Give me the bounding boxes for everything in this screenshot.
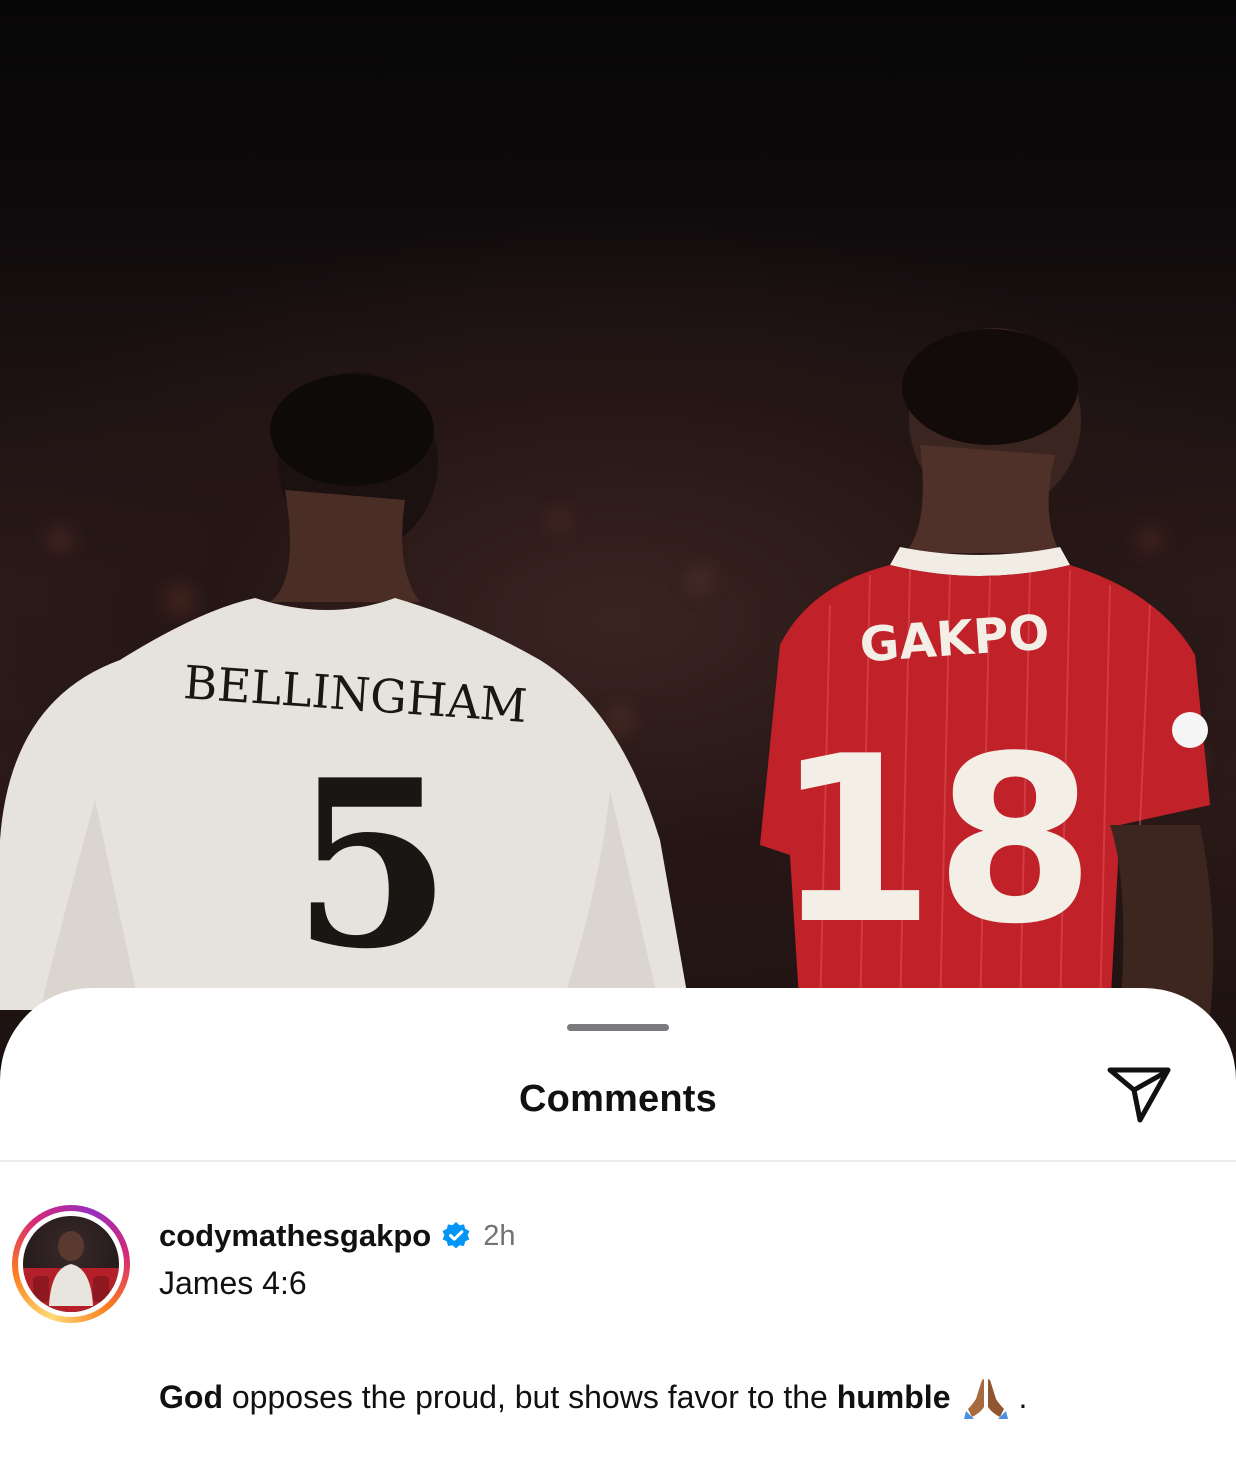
comment-period: .	[1018, 1378, 1028, 1415]
avatar[interactable]	[12, 1205, 130, 1323]
right-player-figure: GAKPO 18	[760, 328, 1214, 1015]
comment-header: codymathesgakpo 2h	[159, 1216, 515, 1256]
avatar-person-icon	[23, 1231, 119, 1312]
praying-hands-icon	[964, 1379, 1009, 1419]
comment-word-humble: humble	[836, 1378, 951, 1415]
comment-middle-text: opposes the proud, but shows favor to th…	[222, 1378, 837, 1415]
comments-sheet: Comments codymathesgakpo 2h James 4:6 Go…	[0, 988, 1236, 1457]
left-player-number: 5	[292, 730, 452, 1000]
champions-league-badge-icon	[1172, 712, 1208, 748]
verified-badge-icon	[442, 1222, 470, 1249]
sheet-title: Comments	[519, 1078, 717, 1120]
comment-username[interactable]: codymathesgakpo	[159, 1218, 431, 1254]
drag-handle[interactable]	[567, 1024, 669, 1031]
post-photo: BELLINGHAM 5 GAKPO 18	[0, 0, 1236, 1060]
avatar-photo	[23, 1216, 119, 1312]
share-button[interactable]	[1104, 1064, 1174, 1126]
paper-plane-icon	[1107, 1067, 1171, 1123]
comment-timestamp: 2h	[483, 1219, 516, 1252]
right-player-number: 18	[775, 708, 1095, 975]
comment-word-god: God	[159, 1378, 223, 1415]
comment-text-line1: James 4:6	[159, 1265, 307, 1301]
sheet-divider	[0, 1160, 1236, 1162]
left-player-figure: BELLINGHAM 5	[0, 372, 690, 1010]
comment-text-line2: God opposes the proud, but shows favor t…	[159, 1373, 1027, 1421]
